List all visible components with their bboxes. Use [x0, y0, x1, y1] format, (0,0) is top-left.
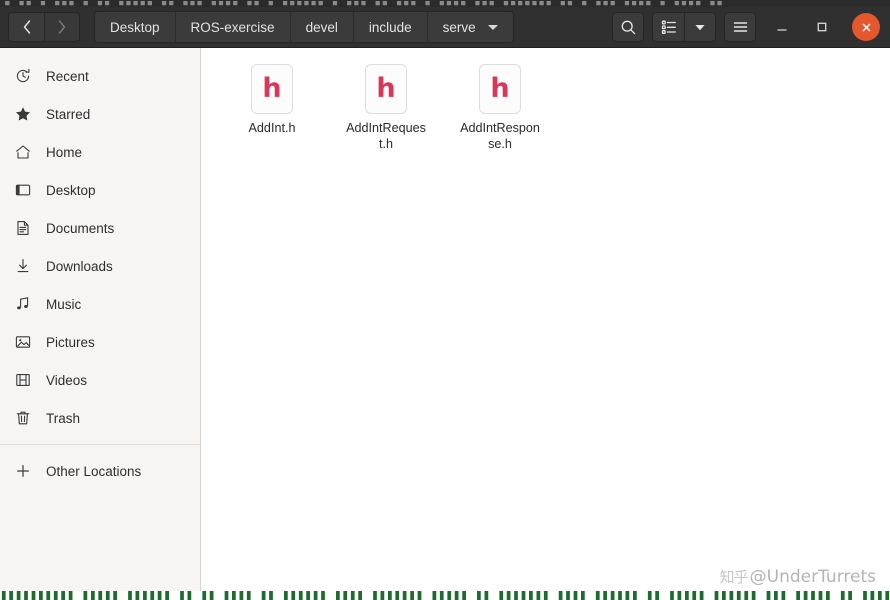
breadcrumb-label: Desktop — [110, 19, 160, 35]
home-icon — [14, 144, 31, 161]
files-window: Desktop ROS-exercise devel include serve — [0, 7, 890, 591]
star-icon — [14, 106, 31, 123]
sidebar-item-downloads[interactable]: Downloads — [0, 247, 200, 285]
sidebar-item-starred[interactable]: Starred — [0, 95, 200, 133]
file-item[interactable]: h AddIntRequest.h — [329, 60, 443, 158]
file-view[interactable]: h AddInt.h h AddIntRequest.h h AddIntRes… — [201, 48, 890, 591]
close-button[interactable] — [852, 13, 880, 41]
breadcrumb-item-serve[interactable]: serve — [427, 12, 513, 42]
sidebar-item-label: Documents — [46, 220, 115, 236]
list-view-button[interactable] — [652, 12, 684, 42]
main-menu-button[interactable] — [724, 12, 756, 42]
view-options-button[interactable] — [684, 12, 716, 42]
sidebar-item-label: Pictures — [46, 334, 95, 350]
back-button[interactable] — [8, 12, 44, 42]
maximize-button[interactable] — [808, 13, 836, 41]
background-terminal-bottom-sliver: ▌▌▌▌▌▌▌▌▌▌ ▌▌▌▌▌ ▌▌▌▌▌▌ ▌▌ ▌▌ ▌▌▌▌ ▌▌ ▌▌… — [0, 591, 890, 600]
sidebar: Recent Starred Home Desktop Documents Do… — [0, 48, 201, 591]
sidebar-item-music[interactable]: Music — [0, 285, 200, 323]
sidebar-item-label: Trash — [46, 410, 81, 426]
breadcrumb-label: devel — [305, 19, 338, 35]
header-file-icon: h — [251, 64, 293, 114]
sidebar-item-label: Downloads — [46, 258, 113, 274]
background-top-text: ▪ ▪▪ ▪ ▪▪▪ ▪ ▪▪ ▪▪▪▪▪ ▪▪ ▪▪▪ ▪▪▪▪ ▪▪ ▪ ▪… — [4, 0, 724, 7]
sidebar-item-home[interactable]: Home — [0, 133, 200, 171]
sidebar-item-label: Recent — [46, 68, 89, 84]
file-name-label: AddIntRequest.h — [346, 121, 426, 152]
plus-icon — [14, 463, 31, 480]
header-file-icon: h — [365, 64, 407, 114]
file-name-label: AddIntResponse.h — [460, 121, 540, 152]
header-bar: Desktop ROS-exercise devel include serve — [0, 7, 890, 48]
trash-icon — [14, 410, 31, 427]
watermark: 知乎 @UnderTurrets — [720, 566, 876, 587]
breadcrumb-item-include[interactable]: include — [353, 12, 428, 42]
background-window-top-sliver: ▪ ▪▪ ▪ ▪▪▪ ▪ ▪▪ ▪▪▪▪▪ ▪▪ ▪▪▪ ▪▪▪▪ ▪▪ ▪ ▪… — [0, 0, 890, 7]
desktop-icon — [14, 182, 31, 199]
forward-button[interactable] — [44, 12, 80, 42]
sidebar-item-label: Desktop — [46, 182, 96, 198]
watermark-handle: @UnderTurrets — [749, 567, 876, 587]
file-item[interactable]: h AddInt.h — [215, 60, 329, 158]
sidebar-item-other-locations[interactable]: Other Locations — [0, 452, 200, 490]
sidebar-item-label: Starred — [46, 106, 91, 122]
search-button[interactable] — [612, 12, 644, 42]
watermark-cjk: 知乎 — [719, 568, 749, 586]
file-type-glyph: h — [262, 73, 282, 104]
file-type-glyph: h — [376, 73, 396, 104]
header-file-icon: h — [479, 64, 521, 114]
sidebar-separator — [0, 444, 200, 445]
file-type-glyph: h — [490, 73, 510, 104]
breadcrumb-label: serve — [442, 19, 476, 35]
sidebar-item-trash[interactable]: Trash — [0, 399, 200, 437]
breadcrumb-item-devel[interactable]: devel — [290, 12, 354, 42]
document-icon — [14, 220, 31, 237]
window-body: Recent Starred Home Desktop Documents Do… — [0, 48, 890, 591]
breadcrumb-label: ROS-exercise — [190, 19, 275, 35]
sidebar-item-desktop[interactable]: Desktop — [0, 171, 200, 209]
sidebar-item-pictures[interactable]: Pictures — [0, 323, 200, 361]
sidebar-item-label: Home — [46, 144, 83, 160]
download-icon — [14, 258, 31, 275]
sidebar-item-videos[interactable]: Videos — [0, 361, 200, 399]
file-item[interactable]: h AddIntResponse.h — [443, 60, 557, 158]
breadcrumb-item-desktop[interactable]: Desktop — [95, 12, 176, 42]
breadcrumb-item-ros-exercise[interactable]: ROS-exercise — [175, 12, 291, 42]
minimize-button[interactable] — [768, 13, 796, 41]
header-right-controls — [604, 12, 882, 42]
film-icon — [14, 372, 31, 389]
icon-grid: h AddInt.h h AddIntRequest.h h AddIntRes… — [215, 60, 890, 158]
sidebar-item-recent[interactable]: Recent — [0, 57, 200, 95]
file-name-label: AddInt.h — [248, 121, 296, 135]
breadcrumb-label: include — [368, 19, 412, 35]
breadcrumb: Desktop ROS-exercise devel include serve — [94, 11, 514, 43]
picture-icon — [14, 334, 31, 351]
music-note-icon — [14, 296, 31, 313]
sidebar-item-label: Music — [46, 296, 82, 312]
chevron-down-icon — [487, 24, 498, 30]
clock-icon — [14, 68, 31, 85]
sidebar-item-documents[interactable]: Documents — [0, 209, 200, 247]
sidebar-item-label: Other Locations — [46, 463, 142, 479]
background-bottom-text: ▌▌▌▌▌▌▌▌▌▌ ▌▌▌▌▌ ▌▌▌▌▌▌ ▌▌ ▌▌ ▌▌▌▌ ▌▌ ▌▌… — [2, 591, 890, 600]
sidebar-item-label: Videos — [46, 372, 88, 388]
navigation-buttons — [8, 12, 80, 42]
